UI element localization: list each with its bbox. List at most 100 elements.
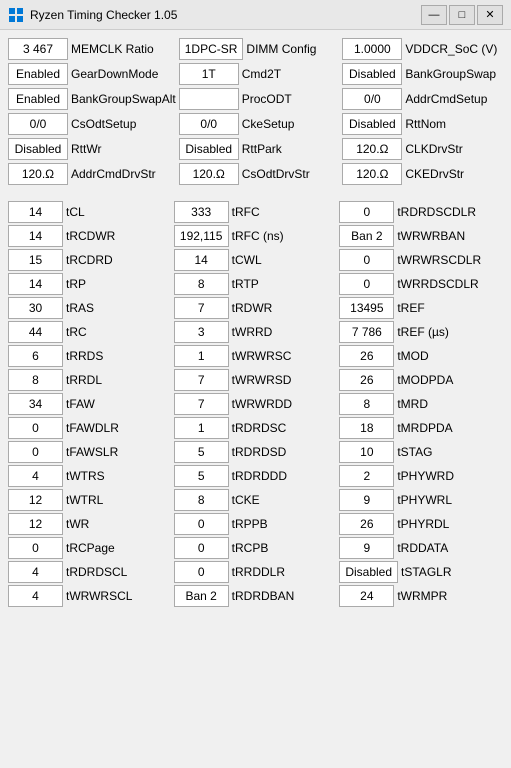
timing-value-2-5: 7 786 xyxy=(339,321,394,343)
timing-label-0-15: tRDRDSCL xyxy=(66,565,127,579)
info-label-4-0: RttWr xyxy=(71,142,101,156)
timing-row-1-15: 0tRRDDLR xyxy=(174,561,338,583)
timing-value-0-15: 4 xyxy=(8,561,63,583)
info-row-5-1: 120.ΩCsOdtDrvStr xyxy=(179,163,340,185)
timing-row-0-2: 15tRCDRD xyxy=(8,249,172,271)
timing-label-1-14: tRCPB xyxy=(232,541,269,555)
info-label-0-2: VDDCR_SoC (V) xyxy=(405,42,497,56)
info-label-1-2: BankGroupSwap xyxy=(405,67,496,81)
timing-value-0-7: 8 xyxy=(8,369,63,391)
timing-value-0-10: 0 xyxy=(8,441,63,463)
timing-value-0-14: 0 xyxy=(8,537,63,559)
timing-value-2-0: 0 xyxy=(339,201,394,223)
timing-value-1-11: 5 xyxy=(174,465,229,487)
timing-label-1-13: tRPPB xyxy=(232,517,268,531)
timing-value-1-16: Ban 2 xyxy=(174,585,229,607)
timing-label-0-7: tRRDL xyxy=(66,373,102,387)
timing-label-1-11: tRDRDDD xyxy=(232,469,287,483)
timing-row-0-9: 0tFAWDLR xyxy=(8,417,172,439)
info-row-3-1: 0/0CkeSetup xyxy=(179,113,340,135)
timing-col-2: 0tRDRDSCDLRBan 2tWRWRBAN0tWRWRSCDLR0tWRR… xyxy=(339,201,503,607)
timing-value-2-11: 2 xyxy=(339,465,394,487)
close-button[interactable]: ✕ xyxy=(477,5,503,25)
info-row-2-0: EnabledBankGroupSwapAlt xyxy=(8,88,176,110)
timing-value-1-8: 7 xyxy=(174,393,229,415)
timing-row-2-2: 0tWRWRSCDLR xyxy=(339,249,503,271)
timing-row-2-16: 24tWRMPR xyxy=(339,585,503,607)
info-row-1-2: DisabledBankGroupSwap xyxy=(342,63,503,85)
timing-label-1-15: tRRDDLR xyxy=(232,565,285,579)
maximize-button[interactable]: □ xyxy=(449,5,475,25)
timing-label-1-4: tRDWR xyxy=(232,301,273,315)
timing-row-0-7: 8tRRDL xyxy=(8,369,172,391)
timing-value-2-6: 26 xyxy=(339,345,394,367)
info-row-2-2: 0/0AddrCmdSetup xyxy=(342,88,503,110)
timing-label-2-10: tSTAG xyxy=(397,445,432,459)
timing-row-1-13: 0tRPPB xyxy=(174,513,338,535)
timing-value-2-13: 26 xyxy=(339,513,394,535)
timing-value-1-13: 0 xyxy=(174,513,229,535)
timing-value-0-4: 30 xyxy=(8,297,63,319)
timing-row-1-16: Ban 2tRDRDBAN xyxy=(174,585,338,607)
timing-label-0-3: tRP xyxy=(66,277,86,291)
timing-value-0-2: 15 xyxy=(8,249,63,271)
timing-row-1-7: 7tWRWRSD xyxy=(174,369,338,391)
timing-label-1-1: tRFC (ns) xyxy=(232,229,284,243)
timing-value-2-16: 24 xyxy=(339,585,394,607)
timing-label-0-0: tCL xyxy=(66,205,85,219)
minimize-button[interactable]: — xyxy=(421,5,447,25)
info-row-1-1: 1TCmd2T xyxy=(179,63,340,85)
timing-value-1-15: 0 xyxy=(174,561,229,583)
info-row-3-2: DisabledRttNom xyxy=(342,113,503,135)
timing-label-0-1: tRCDWR xyxy=(66,229,115,243)
info-row-3-0: 0/0CsOdtSetup xyxy=(8,113,176,135)
timing-value-0-11: 4 xyxy=(8,465,63,487)
timing-label-0-11: tWTRS xyxy=(66,469,105,483)
timing-value-0-12: 12 xyxy=(8,489,63,511)
timing-label-0-4: tRAS xyxy=(66,301,94,315)
timing-label-0-2: tRCDRD xyxy=(66,253,113,267)
title-bar-text: Ryzen Timing Checker 1.05 xyxy=(30,8,421,22)
info-label-2-0: BankGroupSwapAlt xyxy=(71,92,176,106)
timing-value-1-10: 5 xyxy=(174,441,229,463)
timing-value-1-12: 8 xyxy=(174,489,229,511)
timing-row-0-12: 12tWTRL xyxy=(8,489,172,511)
timing-value-2-1: Ban 2 xyxy=(339,225,394,247)
timing-label-2-14: tRDDATA xyxy=(397,541,448,555)
timing-row-1-10: 5tRDRDSD xyxy=(174,441,338,463)
info-label-4-1: RttPark xyxy=(242,142,282,156)
info-value-1-0: Enabled xyxy=(8,63,68,85)
timing-row-1-4: 7tRDWR xyxy=(174,297,338,319)
timing-label-0-12: tWTRL xyxy=(66,493,103,507)
info-value-4-1: Disabled xyxy=(179,138,239,160)
timing-label-0-10: tFAWSLR xyxy=(66,445,118,459)
timing-row-2-7: 26tMODPDA xyxy=(339,369,503,391)
timing-value-2-8: 8 xyxy=(339,393,394,415)
title-bar[interactable]: Ryzen Timing Checker 1.05 — □ ✕ xyxy=(0,0,511,30)
timing-label-2-12: tPHYWRL xyxy=(397,493,452,507)
timing-value-0-9: 0 xyxy=(8,417,63,439)
timing-row-1-8: 7tWRWRDD xyxy=(174,393,338,415)
timing-label-2-5: tREF (µs) xyxy=(397,325,449,339)
timing-row-0-14: 0tRCPage xyxy=(8,537,172,559)
timing-row-1-12: 8tCKE xyxy=(174,489,338,511)
info-row-2-1: ProcODT xyxy=(179,88,340,110)
timing-value-1-0: 333 xyxy=(174,201,229,223)
timing-value-2-14: 9 xyxy=(339,537,394,559)
timing-label-0-6: tRRDS xyxy=(66,349,103,363)
info-value-4-2: 120.Ω xyxy=(342,138,402,160)
timing-row-0-6: 6tRRDS xyxy=(8,345,172,367)
timing-value-0-6: 6 xyxy=(8,345,63,367)
timing-value-0-13: 12 xyxy=(8,513,63,535)
timing-label-1-12: tCKE xyxy=(232,493,260,507)
timing-row-2-13: 26tPHYRDL xyxy=(339,513,503,535)
timing-row-1-1: 192,115tRFC (ns) xyxy=(174,225,338,247)
timing-value-0-3: 14 xyxy=(8,273,63,295)
timing-row-0-8: 34tFAW xyxy=(8,393,172,415)
timing-row-2-4: 13495tREF xyxy=(339,297,503,319)
timing-value-1-9: 1 xyxy=(174,417,229,439)
timing-row-2-11: 2tPHYWRD xyxy=(339,465,503,487)
timing-value-1-3: 8 xyxy=(174,273,229,295)
timing-row-1-5: 3tWRRD xyxy=(174,321,338,343)
top-info-grid: 3 467MEMCLK Ratio1DPC-SRDIMM Config1.000… xyxy=(8,38,503,185)
